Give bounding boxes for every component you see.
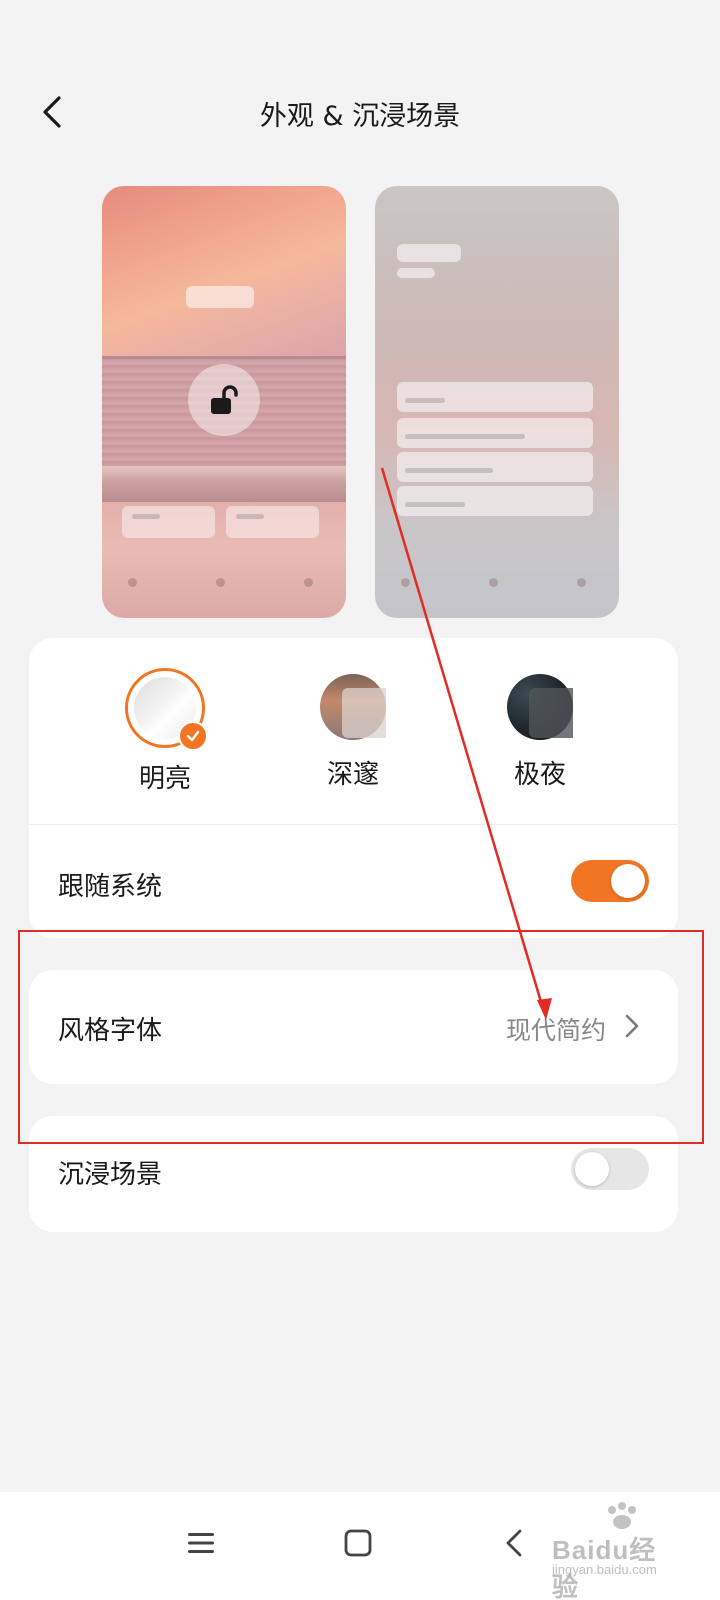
theme-label: 极夜 (513, 760, 566, 790)
theme-thumb-bright (125, 668, 208, 751)
unlock-button-preview (188, 364, 260, 436)
theme-label: 深邃 (326, 760, 379, 790)
system-navigation-bar: Baidu经验 jingyan.baidu.com (0, 1492, 720, 1600)
menu-icon (188, 1533, 214, 1553)
dark-theme-preview (375, 186, 619, 618)
immersive-scene-toggle[interactable] (571, 1148, 649, 1190)
follow-system-toggle[interactable] (571, 860, 649, 902)
immersive-scene-label: 沉浸场景 (58, 1160, 163, 1190)
light-theme-preview (102, 186, 346, 618)
theme-card: 明亮 深邃 极夜 跟随系统 (29, 638, 678, 938)
clock-placeholder (186, 286, 254, 308)
home-square-icon (344, 1529, 372, 1557)
theme-option-bright[interactable]: 明亮 (105, 668, 225, 795)
home-button[interactable] (333, 1518, 383, 1568)
font-style-row[interactable]: 风格字体 现代简约 (29, 970, 678, 1084)
font-style-value: 现代简约 (505, 1016, 606, 1045)
unlock-icon (211, 385, 238, 414)
top-bar: 外观 & 沉浸场景 (0, 72, 720, 152)
baidu-jingyan-watermark: Baidu经验 jingyan.baidu.com (552, 1502, 682, 1600)
sunset-sky (102, 186, 346, 356)
check-badge-icon (178, 721, 208, 751)
chevron-right-icon (625, 1014, 639, 1038)
follow-system-label: 跟随系统 (58, 872, 163, 902)
back-triangle-icon (506, 1529, 522, 1557)
nav-back-button[interactable] (489, 1518, 539, 1568)
menu-button[interactable] (176, 1518, 226, 1568)
theme-label: 明亮 (138, 764, 191, 794)
font-style-label: 风格字体 (58, 1016, 163, 1046)
theme-thumb-night (507, 674, 573, 740)
immersive-scene-card: 沉浸场景 (29, 1116, 678, 1232)
page-title: 外观 & 沉浸场景 (259, 101, 461, 132)
watermark-url: jingyan.baidu.com (552, 1562, 657, 1577)
theme-thumb-deep (320, 674, 386, 740)
paw-logo-icon (608, 1502, 636, 1529)
theme-option-deep[interactable]: 深邃 (293, 674, 413, 791)
theme-option-night[interactable]: 极夜 (480, 674, 600, 791)
